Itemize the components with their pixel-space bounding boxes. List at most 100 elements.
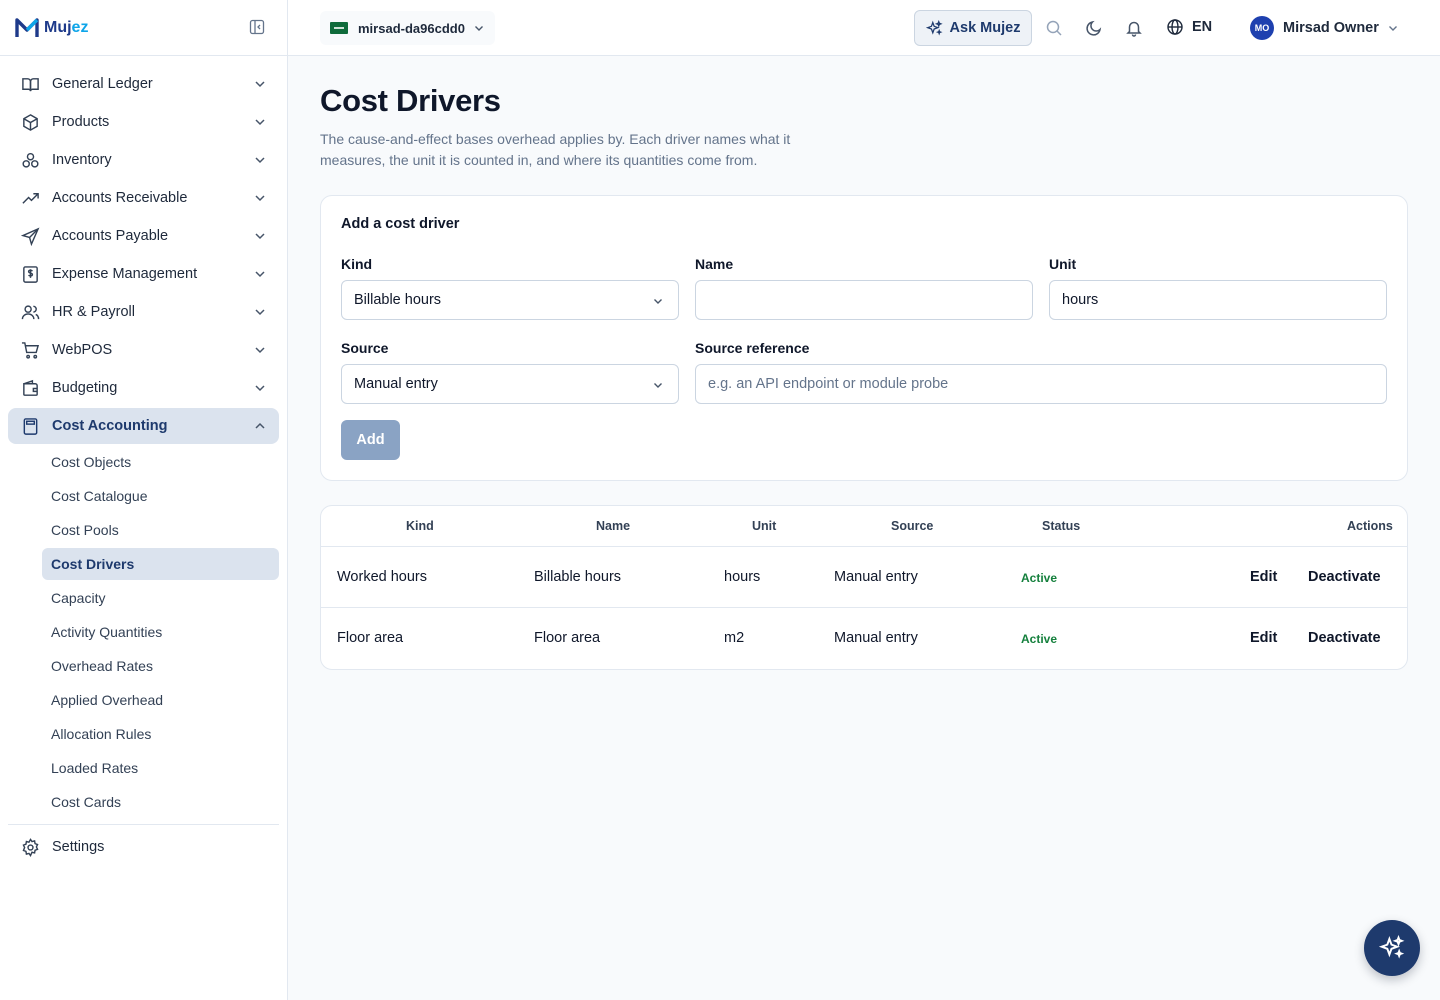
sidebar-item-general-ledger[interactable]: General Ledger	[8, 66, 279, 102]
ask-mujez-label: Ask Mujez	[949, 20, 1021, 36]
source-select-value: Manual entry	[354, 376, 438, 392]
sidebar-collapse-icon[interactable]	[249, 19, 267, 37]
sidebar-subitem-cost-pools[interactable]: Cost Pools	[42, 514, 279, 546]
cost-accounting-subnav: Cost Objects Cost Catalogue Cost Pools C…	[8, 446, 279, 818]
name-input[interactable]	[695, 280, 1033, 320]
add-cost-driver-form: Add a cost driver Kind Billable hours Na…	[320, 195, 1408, 481]
sidebar-item-label: Accounts Receivable	[52, 190, 188, 206]
source-reference-input[interactable]: e.g. an API endpoint or module probe	[695, 364, 1387, 404]
sidebar-item-label: General Ledger	[52, 76, 153, 92]
cell-source: Manual entry	[834, 569, 918, 585]
bell-icon[interactable]	[1125, 19, 1143, 37]
sidebar-subitem-cost-catalogue[interactable]: Cost Catalogue	[42, 480, 279, 512]
sidebar-subitem-cost-cards[interactable]: Cost Cards	[42, 786, 279, 818]
source-select[interactable]: Manual entry	[341, 364, 679, 404]
sidebar-subitem-applied-overhead[interactable]: Applied Overhead	[42, 684, 279, 716]
sidebar: Mujez General Ledger Products Inventory …	[0, 0, 288, 1000]
sidebar-item-settings[interactable]: Settings	[8, 829, 279, 865]
chevron-down-icon	[253, 305, 267, 319]
sidebar-item-label: Accounts Payable	[52, 228, 169, 244]
org-switcher[interactable]: mirsad-da96cdd0	[320, 11, 495, 45]
trending-up-icon	[20, 188, 40, 208]
wallet-icon	[20, 378, 40, 398]
sidebar-item-accounts-payable[interactable]: Accounts Payable	[8, 218, 279, 254]
column-header-source: Source	[891, 519, 934, 533]
book-open-icon	[20, 74, 40, 94]
table-header: Kind Name Unit Source Status Actions	[321, 506, 1407, 547]
user-name: Mirsad Owner	[1283, 20, 1379, 36]
top-header: mirsad-da96cdd0 Ask Mujez EN MO Mirsad O…	[288, 0, 1440, 56]
sidebar-subitem-allocation-rules[interactable]: Allocation Rules	[42, 718, 279, 750]
cell-unit: hours	[724, 569, 761, 585]
brand: Mujez	[0, 0, 287, 56]
sparkles-icon	[925, 19, 943, 35]
add-button[interactable]: Add	[341, 420, 400, 460]
deactivate-button[interactable]: Deactivate	[1308, 569, 1381, 585]
deactivate-button[interactable]: Deactivate	[1308, 630, 1381, 646]
sidebar-subitem-cost-objects[interactable]: Cost Objects	[42, 446, 279, 478]
column-header-actions: Actions	[1347, 519, 1393, 533]
user-menu[interactable]: MO Mirsad Owner	[1250, 16, 1399, 40]
gear-icon	[20, 837, 40, 857]
source-reference-placeholder: e.g. an API endpoint or module probe	[708, 376, 949, 392]
avatar: MO	[1250, 16, 1274, 40]
sidebar-subitem-loaded-rates[interactable]: Loaded Rates	[42, 752, 279, 784]
sidebar-item-products[interactable]: Products	[8, 104, 279, 140]
sidebar-subitem-overhead-rates[interactable]: Overhead Rates	[42, 650, 279, 682]
cell-name: Floor area	[534, 630, 601, 646]
package-icon	[20, 112, 40, 132]
source-reference-field: Source reference e.g. an API endpoint or…	[695, 340, 1387, 404]
sidebar-item-label: HR & Payroll	[52, 304, 135, 320]
chevron-down-icon	[253, 267, 267, 281]
sidebar-item-hr-payroll[interactable]: HR & Payroll	[8, 294, 279, 330]
sidebar-item-label: WebPOS	[52, 342, 113, 358]
column-header-status: Status	[1042, 519, 1081, 533]
sidebar-item-label: Expense Management	[52, 266, 198, 282]
sidebar-item-cost-accounting[interactable]: Cost Accounting	[8, 408, 279, 444]
chevron-down-icon	[253, 77, 267, 91]
ask-mujez-button[interactable]: Ask Mujez	[914, 10, 1032, 46]
saudi-flag-icon	[330, 22, 348, 34]
sidebar-item-webpos[interactable]: WebPOS	[8, 332, 279, 368]
sidebar-item-expense-management[interactable]: Expense Management	[8, 256, 279, 292]
unit-field: Unit hours	[1049, 256, 1387, 320]
moon-icon[interactable]	[1085, 19, 1103, 37]
kind-field: Kind Billable hours	[341, 256, 679, 320]
shopping-cart-icon	[20, 340, 40, 360]
sidebar-divider	[8, 824, 279, 825]
language-switcher[interactable]: EN	[1166, 18, 1212, 36]
source-reference-label: Source reference	[695, 340, 810, 356]
edit-button[interactable]: Edit	[1250, 630, 1277, 646]
calculator-icon	[20, 416, 40, 436]
edit-button[interactable]: Edit	[1250, 569, 1277, 585]
table-row: Worked hours Billable hours hours Manual…	[321, 547, 1407, 608]
sidebar-subitem-activity-quantities[interactable]: Activity Quantities	[42, 616, 279, 648]
column-header-name: Name	[596, 519, 631, 533]
cell-kind: Floor area	[337, 630, 404, 646]
kind-select[interactable]: Billable hours	[341, 280, 679, 320]
sidebar-subitem-capacity[interactable]: Capacity	[42, 582, 279, 614]
page-description: The cause-and-effect bases overhead appl…	[320, 131, 791, 168]
chevron-down-icon	[652, 295, 664, 307]
send-icon	[20, 226, 40, 246]
sidebar-item-inventory[interactable]: Inventory	[8, 142, 279, 178]
main-content: Cost Drivers The cause-and-effect bases …	[320, 56, 1408, 670]
brand-name: Mujez	[44, 18, 89, 36]
sidebar-item-budgeting[interactable]: Budgeting	[8, 370, 279, 406]
chevron-down-icon	[253, 115, 267, 129]
sidebar-subitem-cost-drivers[interactable]: Cost Drivers	[42, 548, 279, 580]
unit-input-value: hours	[1062, 292, 1099, 308]
source-label: Source	[341, 340, 389, 356]
mujez-logo-icon	[14, 16, 40, 40]
ai-assistant-fab[interactable]	[1364, 920, 1420, 976]
users-icon	[20, 302, 40, 322]
sidebar-item-label: Inventory	[52, 152, 112, 168]
search-icon[interactable]	[1045, 19, 1063, 37]
cost-drivers-table: Kind Name Unit Source Status Actions Wor…	[320, 505, 1408, 670]
name-label: Name	[695, 256, 734, 272]
sidebar-item-label: Products	[52, 114, 110, 130]
unit-input[interactable]: hours	[1049, 280, 1387, 320]
chevron-down-icon	[253, 153, 267, 167]
chevron-down-icon	[473, 22, 485, 34]
sidebar-item-accounts-receivable[interactable]: Accounts Receivable	[8, 180, 279, 216]
